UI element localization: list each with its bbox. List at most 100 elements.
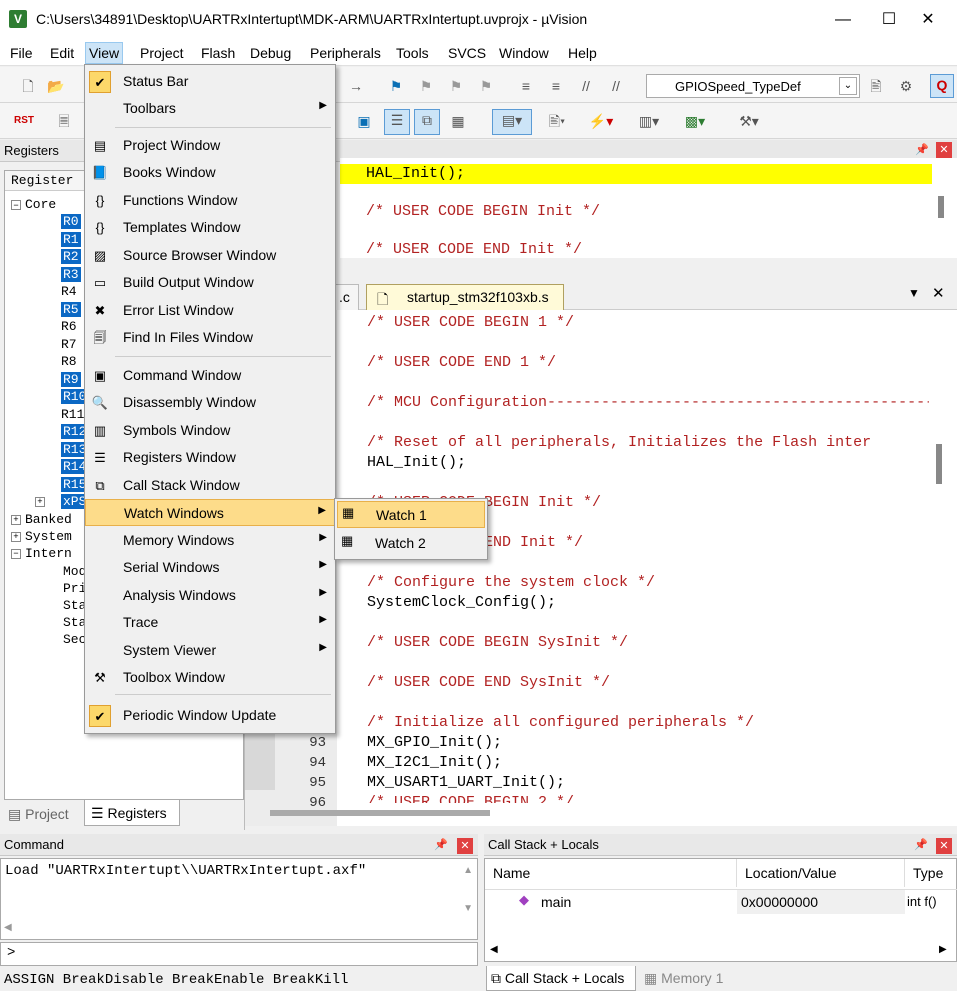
tree-node-banked[interactable]: + Banked (11, 511, 72, 529)
expand-icon[interactable]: + (11, 514, 21, 525)
menu-item-call-stack-window[interactable]: ⧉ Call Stack Window (85, 472, 335, 499)
internal-item[interactable]: Sta (63, 597, 86, 615)
watch-2-item[interactable]: ▦ Watch 2 (337, 530, 485, 557)
indent-icon[interactable]: ≡ (516, 76, 536, 96)
command-input[interactable]: > (0, 942, 478, 966)
table-row[interactable]: ◆ main 0x00000000 int f() (485, 889, 957, 915)
bookmark-icon[interactable]: ⚑ (386, 76, 406, 96)
column-location[interactable]: Location/Value (737, 859, 905, 887)
disassembly-view[interactable]: HAL_Init(); /* USER CODE BEGIN Init */ /… (340, 158, 957, 258)
close-panel-icon[interactable]: ✕ (457, 838, 473, 854)
trace-window-icon[interactable]: ▥▾ (632, 111, 666, 131)
analysis-window-icon[interactable]: ⚡▾ (584, 111, 618, 131)
scroll-left-icon[interactable]: ◀ (490, 944, 498, 955)
tree-node-internal[interactable]: − Intern (11, 545, 72, 563)
minimize-button[interactable]: — (820, 6, 866, 34)
run-icon[interactable]: 🗏 (54, 111, 74, 131)
command-output[interactable]: Load "UARTRxIntertupt\\UARTRxIntertupt.a… (0, 858, 478, 940)
menu-item-build-output-window[interactable]: ▭ Build Output Window (85, 269, 335, 296)
collapse-icon[interactable]: − (11, 548, 21, 559)
expand-icon[interactable]: + (11, 531, 21, 542)
menu-item-error-list-window[interactable]: ✖ Error List Window (85, 297, 335, 324)
registers-window-icon[interactable]: ☰ (384, 109, 410, 135)
close-tab-icon[interactable]: ✕ (932, 284, 945, 302)
tree-node-system[interactable]: + System (11, 528, 72, 546)
tab-memory-1[interactable]: ▦ Memory 1 (644, 966, 744, 990)
menu-item-periodic-window-update[interactable]: ✔ Periodic Window Update (85, 702, 335, 729)
chevron-down-icon[interactable]: ⌄ (839, 77, 857, 95)
debug-session-icon[interactable]: Q (930, 74, 954, 98)
system-viewer-icon[interactable]: ▩▾ (678, 111, 712, 131)
toolbox-icon[interactable]: ⚒▾ (732, 111, 766, 131)
reset-icon[interactable]: RST (14, 110, 38, 132)
callstack-window-icon[interactable]: ⧉ (414, 109, 440, 135)
menu-item-symbols-window[interactable]: ▥ Symbols Window (85, 417, 335, 444)
tree-node-core[interactable]: − Core (11, 195, 56, 213)
tab-startup[interactable]: 🗋 startup_stm32f103xb.s (366, 284, 564, 310)
internal-item[interactable]: Sec (63, 631, 86, 649)
find-in-files-icon[interactable]: ⚙ (896, 76, 916, 96)
next-bookmark-icon[interactable]: ⚑ (446, 76, 466, 96)
memory-window-icon[interactable]: ▤▾ (492, 109, 532, 135)
close-panel-icon[interactable]: ✕ (936, 142, 952, 158)
navigate-forward-icon[interactable]: → (346, 76, 366, 96)
menu-flash[interactable]: Flash (199, 44, 237, 64)
scrollbar-thumb[interactable] (938, 196, 944, 218)
unindent-icon[interactable]: ≡ (546, 76, 566, 96)
menu-item-disassembly-window[interactable]: 🔍 Disassembly Window (85, 389, 335, 416)
command-window-icon[interactable]: ▣ (354, 111, 374, 131)
close-window-button[interactable]: ✕ (905, 6, 951, 34)
menu-item-books-window[interactable]: 📘 Books Window (85, 159, 335, 186)
menu-debug[interactable]: Debug (248, 44, 293, 64)
menu-svcs[interactable]: SVCS (446, 44, 488, 64)
watch-1-item[interactable]: ▦ Watch 1 (337, 501, 485, 528)
expand-icon[interactable]: + (35, 497, 45, 507)
menu-item-toolbars[interactable]: Toolbars ▶ (85, 95, 335, 122)
menu-item-registers-window[interactable]: ☰ Registers Window (85, 444, 335, 471)
tab-registers[interactable]: ☰ Registers (84, 800, 180, 826)
scroll-up-icon[interactable]: ▲ (463, 865, 473, 876)
internal-item[interactable]: Sta (63, 614, 86, 632)
menu-item-watch-windows[interactable]: Watch Windows ▶ (85, 499, 335, 526)
tab-callstack-locals[interactable]: ⧉ Call Stack + Locals (486, 966, 636, 991)
menu-item-system-viewer[interactable]: System Viewer ▶ (85, 637, 335, 664)
menu-item-toolbox-window[interactable]: ⚒ Toolbox Window (85, 664, 335, 691)
scroll-right-icon[interactable]: ▶ (939, 944, 947, 955)
menu-item-status-bar[interactable]: ✔ Status Bar (85, 68, 335, 95)
menu-view[interactable]: View (85, 42, 124, 64)
close-panel-icon[interactable]: ✕ (936, 838, 952, 854)
internal-item[interactable]: Pri (63, 580, 86, 598)
menu-peripherals[interactable]: Peripherals (308, 44, 383, 64)
menu-help[interactable]: Help (566, 44, 599, 64)
tab-list-chevron-icon[interactable]: ▼ (908, 286, 920, 300)
serial-window-icon[interactable]: 🖹▾ (540, 111, 574, 131)
menu-item-source-browser-window[interactable]: ▨ Source Browser Window (85, 242, 335, 269)
menu-item-serial-windows[interactable]: Serial Windows ▶ (85, 554, 335, 581)
menu-file[interactable]: File (8, 44, 35, 64)
internal-item[interactable]: Mod (63, 563, 86, 581)
clear-bookmarks-icon[interactable]: ⚑ (476, 76, 496, 96)
menu-item-find-in-files-window[interactable]: 🗐 Find In Files Window (85, 324, 335, 351)
menu-item-project-window[interactable]: ▤ Project Window (85, 132, 335, 159)
menu-item-analysis-windows[interactable]: Analysis Windows ▶ (85, 582, 335, 609)
editor-scrollbar-thumb[interactable] (936, 444, 942, 484)
menu-item-memory-windows[interactable]: Memory Windows ▶ (85, 527, 335, 554)
editor-hscrollbar-thumb[interactable] (270, 810, 490, 816)
new-file-icon[interactable]: 🗋 (18, 76, 38, 96)
uvision-app-icon[interactable]: V (9, 10, 27, 28)
menu-item-trace[interactable]: Trace ▶ (85, 609, 335, 636)
column-type[interactable]: Type (905, 859, 957, 887)
menu-item-templates-window[interactable]: {} Templates Window (85, 214, 335, 241)
column-name[interactable]: Name (485, 859, 737, 887)
menu-edit[interactable]: Edit (48, 44, 76, 64)
prev-bookmark-icon[interactable]: ⚑ (416, 76, 436, 96)
pin-icon[interactable]: 📌 (915, 143, 929, 156)
menu-project[interactable]: Project (138, 44, 186, 64)
comment-icon[interactable]: // (576, 76, 596, 96)
pin-icon[interactable]: 📌 (914, 838, 928, 851)
menu-window[interactable]: Window (497, 44, 551, 64)
scroll-left-icon[interactable]: ◀ (4, 922, 12, 933)
callstack-table[interactable]: Name Location/Value Type ◆ main 0x000000… (484, 858, 957, 962)
open-file-icon[interactable]: 📂 (46, 76, 66, 96)
incremental-find-icon[interactable]: 🖹 (866, 76, 886, 96)
